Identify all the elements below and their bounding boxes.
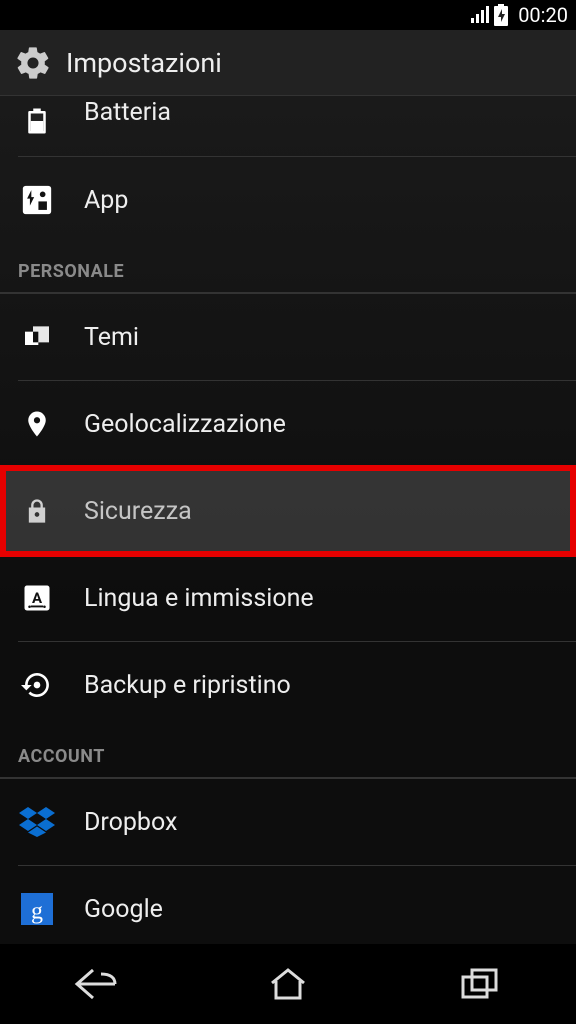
battery-charging-icon	[494, 4, 508, 26]
apps-icon	[18, 181, 56, 219]
list-item-battery[interactable]: Batteria	[0, 96, 576, 156]
list-item-themes[interactable]: Temi	[0, 294, 576, 380]
home-button[interactable]	[238, 959, 338, 1009]
backup-restore-icon	[18, 666, 56, 704]
status-bar: 00:20	[0, 0, 576, 30]
app-header: Impostazioni	[0, 30, 576, 96]
location-pin-icon	[18, 405, 56, 443]
item-label: Temi	[84, 323, 139, 352]
recent-apps-button[interactable]	[430, 959, 530, 1009]
list-item-apps[interactable]: App	[0, 157, 576, 243]
settings-gear-icon	[14, 44, 52, 82]
lock-icon	[18, 492, 56, 530]
svg-text:A: A	[32, 589, 43, 607]
language-icon: A	[18, 579, 56, 617]
item-label: Geolocalizzazione	[84, 410, 286, 439]
signal-icon	[470, 5, 490, 25]
list-item-dropbox[interactable]: Dropbox	[0, 779, 576, 865]
google-icon: g	[18, 890, 56, 928]
back-button[interactable]	[46, 959, 146, 1009]
themes-icon	[18, 318, 56, 356]
status-time: 00:20	[518, 3, 568, 27]
navigation-bar	[0, 944, 576, 1024]
settings-list: Batteria App PERSONALE Temi Geolocalizza…	[0, 96, 576, 944]
battery-icon	[18, 102, 56, 140]
list-item-location[interactable]: Geolocalizzazione	[0, 381, 576, 467]
svg-text:g: g	[31, 898, 43, 924]
item-label: Google	[84, 895, 163, 924]
section-personal: PERSONALE	[0, 243, 576, 294]
item-label: Dropbox	[84, 808, 177, 837]
item-label: Lingua e immissione	[84, 584, 314, 613]
app-title: Impostazioni	[66, 47, 222, 79]
section-account: ACCOUNT	[0, 728, 576, 779]
list-item-google[interactable]: g Google	[0, 866, 576, 944]
list-item-backup[interactable]: Backup e ripristino	[0, 642, 576, 728]
item-label: Backup e ripristino	[84, 671, 291, 700]
item-label: App	[84, 186, 128, 215]
dropbox-icon	[18, 803, 56, 841]
item-label: Batteria	[84, 98, 171, 127]
list-item-language[interactable]: A Lingua e immissione	[0, 555, 576, 641]
list-item-security[interactable]: Sicurezza	[0, 468, 576, 554]
item-label: Sicurezza	[84, 497, 192, 526]
